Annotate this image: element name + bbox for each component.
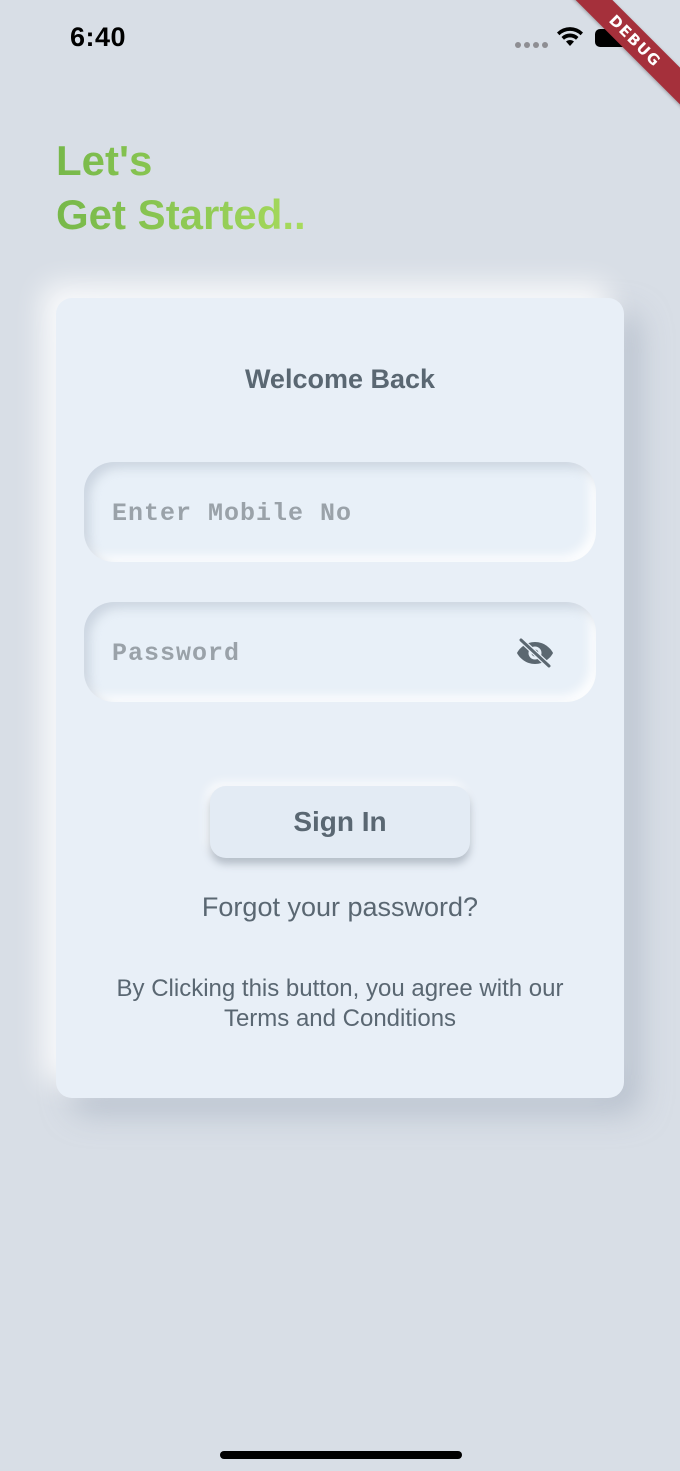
cellular-signal-icon (515, 42, 549, 48)
home-indicator (220, 1451, 462, 1459)
debug-banner: DEBUG (560, 0, 680, 120)
heading-line-1: Let's (56, 137, 153, 184)
wifi-icon (557, 27, 583, 46)
mobile-number-input[interactable] (110, 462, 494, 564)
mobile-number-field[interactable] (84, 462, 596, 564)
status-time: 6:40 (70, 22, 127, 52)
login-card: Welcome Back Sign In Forgot your passwor… (56, 298, 624, 1098)
page-heading: Let's Get Started.. (56, 134, 306, 242)
debug-banner-label: DEBUG (565, 0, 680, 111)
forgot-password-link[interactable]: Forgot your password? (56, 892, 624, 923)
terms-conditions-link[interactable]: Terms and Conditions (86, 1004, 594, 1034)
password-field[interactable] (84, 602, 596, 704)
password-input[interactable] (110, 602, 494, 704)
terms-line-1: By Clicking this button, you agree with … (116, 975, 564, 1002)
terms-text: By Clicking this button, you agree with … (86, 974, 594, 1034)
sign-in-button[interactable]: Sign In (210, 786, 470, 858)
eye-off-icon[interactable] (516, 638, 554, 668)
card-title: Welcome Back (244, 364, 436, 394)
battery-icon (595, 29, 635, 47)
heading-line-2: Get Started.. (56, 191, 306, 238)
